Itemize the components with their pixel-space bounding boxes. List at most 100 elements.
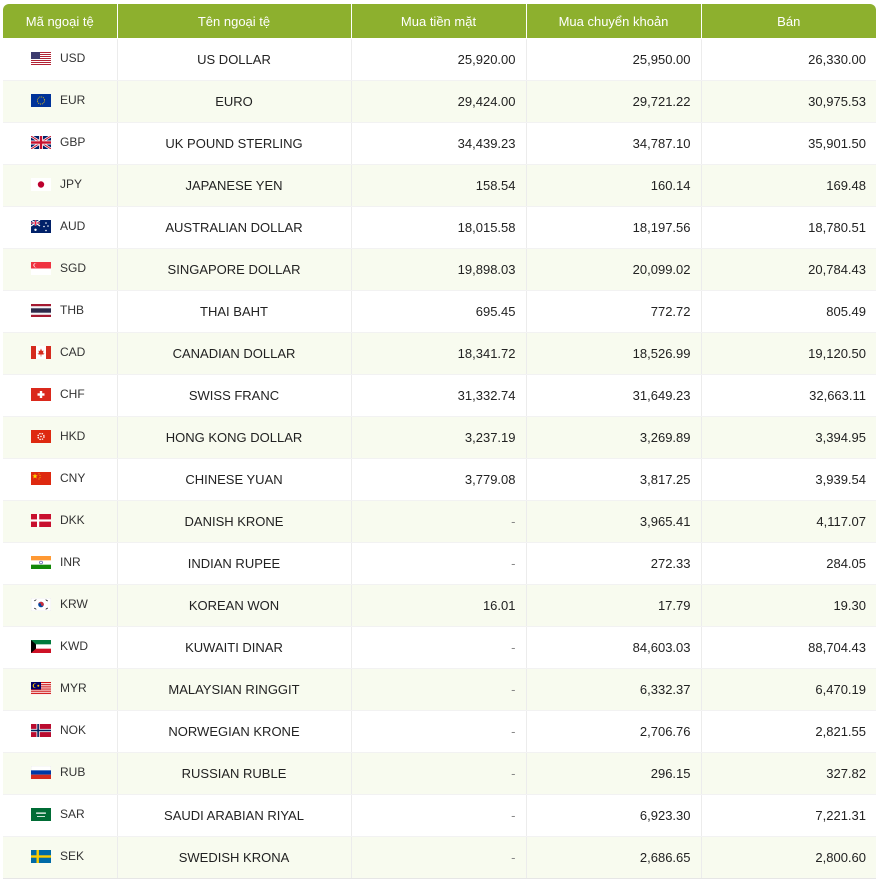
currency-name: SWISS FRANC (117, 374, 352, 417)
table-row: RUB RUSSIAN RUBLE -296.15 327.82 (3, 752, 876, 795)
table-row: SEK SWEDISH KRONA -2,686.65 2,800.60 (3, 836, 876, 879)
currency-code-cell: SGD (3, 248, 118, 291)
currency-code: EUR (60, 93, 86, 108)
table-row: KWD KUWAITI DINAR -84,603.03 88,704.43 (3, 626, 876, 669)
table-header: Mã ngoại tệ Tên ngoại tệ Mua tiền mặt Mu… (3, 4, 876, 39)
sweden-flag-icon (31, 849, 51, 863)
japan-flag-icon (31, 177, 51, 191)
transfer-buy-rate: 18,197.56 (526, 206, 702, 249)
transfer-buy-rate: 34,787.10 (526, 122, 702, 165)
sell-rate: 3,394.95 (701, 416, 876, 459)
india-flag-icon (31, 555, 51, 569)
currency-name: JAPANESE YEN (117, 164, 352, 207)
table-row: INR INDIAN RUPEE -272.33 284.05 (3, 542, 876, 585)
currency-name: SWEDISH KRONA (117, 836, 352, 879)
sell-rate: 6,470.19 (701, 668, 876, 711)
cash-buy-rate: 18,015.58 (351, 206, 527, 249)
currency-code-cell: THB (3, 290, 118, 333)
currency-code: DKK (60, 513, 85, 528)
table-row: HKD HONG KONG DOLLAR 3,237.19 3,269.89 3,394… (3, 416, 876, 459)
currency-code-cell: CNY (3, 458, 118, 501)
korea-flag-icon (31, 597, 51, 611)
canada-flag-icon (31, 345, 51, 359)
currency-code: SGD (60, 261, 87, 276)
currency-code-cell: KWD (3, 626, 118, 669)
transfer-buy-rate: 272.33 (526, 542, 702, 585)
sell-rate: 88,704.43 (701, 626, 876, 669)
currency-name: NORWEGIAN KRONE (117, 710, 352, 753)
cash-buy-rate: 19,898.03 (351, 248, 527, 291)
currency-code: CAD (60, 345, 86, 360)
header-currency-code: Mã ngoại tệ (3, 4, 118, 39)
sell-rate: 7,221.31 (701, 794, 876, 837)
cash-buy-rate: - (351, 500, 527, 543)
hong-kong-flag-icon (31, 429, 51, 443)
sell-rate: 805.49 (701, 290, 876, 333)
table-row: SAR SAUDI ARABIAN RIYAL -6,923.30 7,221.31 (3, 794, 876, 837)
cash-buy-rate: 25,920.00 (351, 38, 527, 81)
currency-code: JPY (60, 177, 83, 192)
table-row: EUR EURO 29,424.00 29,721.22 30,975.53 (3, 80, 876, 123)
table-row: SGD SINGAPORE DOLLAR 19,898.03 20,099.02 20,… (3, 248, 876, 291)
currency-code-cell: CHF (3, 374, 118, 417)
exchange-rate-table-container: Mã ngoại tệ Tên ngoại tệ Mua tiền mặt Mu… (3, 4, 876, 879)
sell-rate: 3,939.54 (701, 458, 876, 501)
sell-rate: 4,117.07 (701, 500, 876, 543)
table-row: NOK NORWEGIAN KRONE -2,706.76 2,821.55 (3, 710, 876, 753)
us-flag-icon (31, 51, 51, 65)
sell-rate: 2,821.55 (701, 710, 876, 753)
transfer-buy-rate: 2,706.76 (526, 710, 702, 753)
sell-rate: 30,975.53 (701, 80, 876, 123)
exchange-rate-table: Mã ngoại tệ Tên ngoại tệ Mua tiền mặt Mu… (3, 4, 876, 879)
china-flag-icon (31, 471, 51, 485)
singapore-flag-icon (31, 261, 51, 275)
transfer-buy-rate: 84,603.03 (526, 626, 702, 669)
sell-rate: 284.05 (701, 542, 876, 585)
currency-code-cell: SAR (3, 794, 118, 837)
sell-rate: 20,784.43 (701, 248, 876, 291)
uk-flag-icon (31, 135, 51, 149)
currency-name: AUSTRALIAN DOLLAR (117, 206, 352, 249)
transfer-buy-rate: 160.14 (526, 164, 702, 207)
transfer-buy-rate: 3,965.41 (526, 500, 702, 543)
currency-code: THB (60, 303, 84, 318)
currency-code: CNY (60, 471, 86, 486)
currency-code: SEK (60, 849, 85, 864)
cash-buy-rate: 3,779.08 (351, 458, 527, 501)
header-cash-buy: Mua tiền mặt (351, 4, 527, 39)
currency-code: CHF (60, 387, 85, 402)
cash-buy-rate: - (351, 752, 527, 795)
table-row: CAD CANADIAN DOLLAR 18,341.72 18,526.99 19,1… (3, 332, 876, 375)
currency-code: RUB (60, 765, 86, 780)
currency-code-cell: AUD (3, 206, 118, 249)
table-row: KRW KOREAN WON 16.01 17.79 19.30 (3, 584, 876, 627)
sell-rate: 19,120.50 (701, 332, 876, 375)
transfer-buy-rate: 3,817.25 (526, 458, 702, 501)
currency-code: MYR (60, 681, 87, 696)
currency-code-cell: RUB (3, 752, 118, 795)
cash-buy-rate: - (351, 542, 527, 585)
currency-name: THAI BAHT (117, 290, 352, 333)
currency-code-cell: INR (3, 542, 118, 585)
cash-buy-rate: 695.45 (351, 290, 527, 333)
currency-name: DANISH KRONE (117, 500, 352, 543)
sell-rate: 32,663.11 (701, 374, 876, 417)
table-body: USD US DOLLAR 25,920.00 25,950.00 26,330.00 E… (3, 38, 876, 879)
eu-flag-icon (31, 93, 51, 107)
currency-code: USD (60, 51, 86, 66)
malaysia-flag-icon (31, 681, 51, 695)
cash-buy-rate: 18,341.72 (351, 332, 527, 375)
transfer-buy-rate: 3,269.89 (526, 416, 702, 459)
currency-name: CHINESE YUAN (117, 458, 352, 501)
header-sell: Bán (701, 4, 876, 39)
sell-rate: 2,800.60 (701, 836, 876, 879)
currency-name: UK POUND STERLING (117, 122, 352, 165)
currency-name: EURO (117, 80, 352, 123)
cash-buy-rate: 31,332.74 (351, 374, 527, 417)
currency-code-cell: SEK (3, 836, 118, 879)
sell-rate: 26,330.00 (701, 38, 876, 81)
currency-code: AUD (60, 219, 86, 234)
cash-buy-rate: 34,439.23 (351, 122, 527, 165)
transfer-buy-rate: 18,526.99 (526, 332, 702, 375)
cash-buy-rate: 3,237.19 (351, 416, 527, 459)
